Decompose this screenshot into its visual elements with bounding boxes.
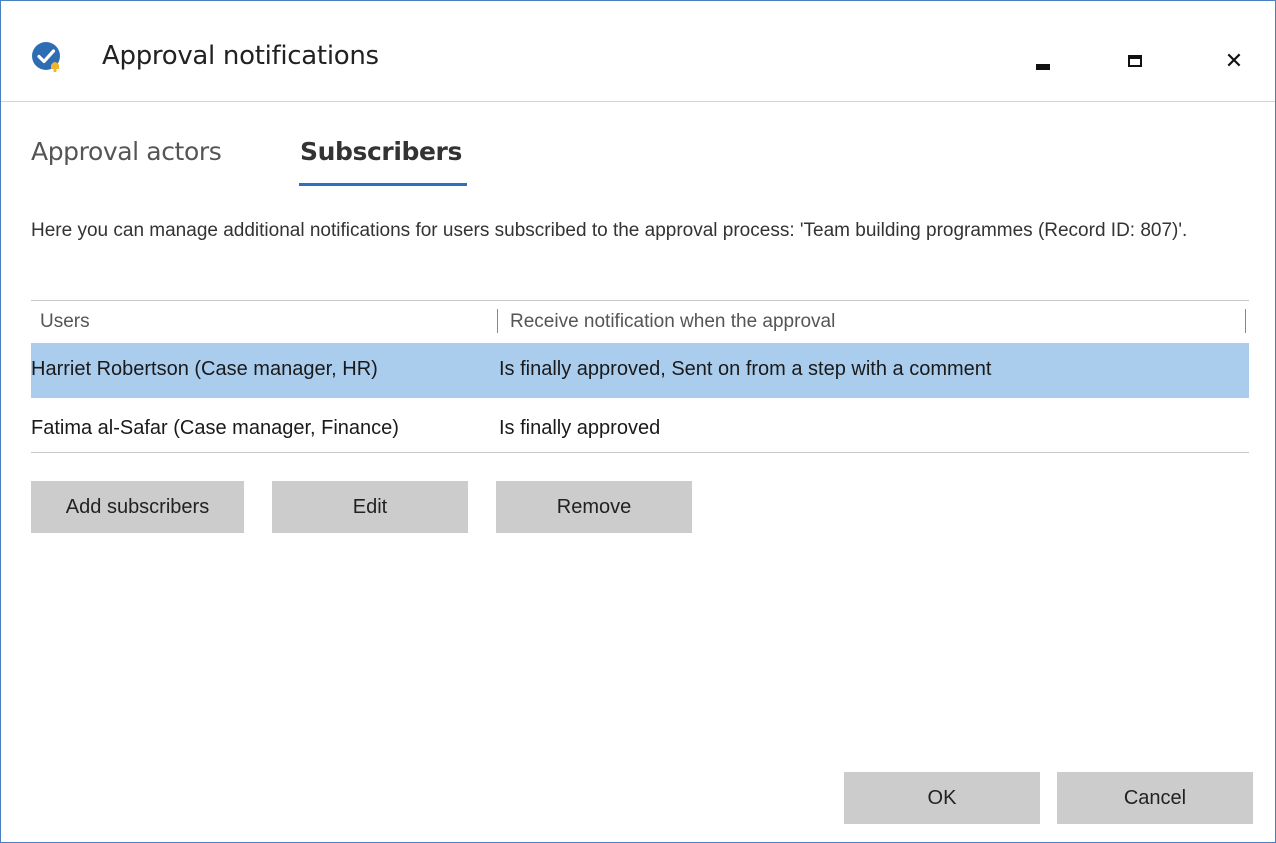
checkmark-badge-icon (31, 41, 63, 73)
close-icon: ✕ (1224, 48, 1244, 74)
tab-approval-actors[interactable]: Approval actors (31, 137, 222, 166)
ok-button[interactable]: OK (844, 772, 1040, 824)
add-subscribers-button[interactable]: Add subscribers (31, 481, 244, 533)
cell-user: Harriet Robertson (Case manager, HR) (31, 358, 378, 380)
table-row-selected[interactable]: Harriet Robertson (Case manager, HR) Is … (31, 343, 1249, 398)
remove-button[interactable]: Remove (496, 481, 692, 533)
subscribers-table: Users Receive notification when the appr… (31, 300, 1249, 453)
cell-notification: Is finally approved (499, 417, 661, 439)
table-bottom-divider (31, 452, 1249, 453)
cell-user: Fatima al-Safar (Case manager, Finance) (31, 417, 399, 439)
cancel-button[interactable]: Cancel (1057, 772, 1253, 824)
description-text: Here you can manage additional notificat… (31, 220, 1188, 241)
column-header-users[interactable]: Users (40, 311, 90, 333)
table-row[interactable]: Fatima al-Safar (Case manager, Finance) … (31, 402, 1249, 457)
active-tab-indicator (299, 183, 467, 186)
table-top-divider (31, 300, 1249, 301)
minimize-button[interactable] (1023, 41, 1063, 81)
edit-button[interactable]: Edit (272, 481, 468, 533)
title-bar[interactable]: Approval notifications ✕ (1, 1, 1275, 102)
cell-notification: Is finally approved, Sent on from a step… (499, 358, 992, 380)
minimize-icon (1036, 64, 1050, 70)
dialog-window: Approval notifications ✕ Approval actors… (0, 0, 1276, 843)
close-button[interactable]: ✕ (1214, 41, 1254, 81)
column-header-notification[interactable]: Receive notification when the approval (510, 311, 835, 333)
column-resize-handle[interactable] (497, 309, 498, 333)
maximize-icon (1128, 55, 1142, 67)
window-title: Approval notifications (102, 41, 379, 71)
column-resize-handle[interactable] (1245, 309, 1246, 333)
maximize-button[interactable] (1115, 41, 1155, 81)
tab-subscribers[interactable]: Subscribers (300, 137, 462, 166)
